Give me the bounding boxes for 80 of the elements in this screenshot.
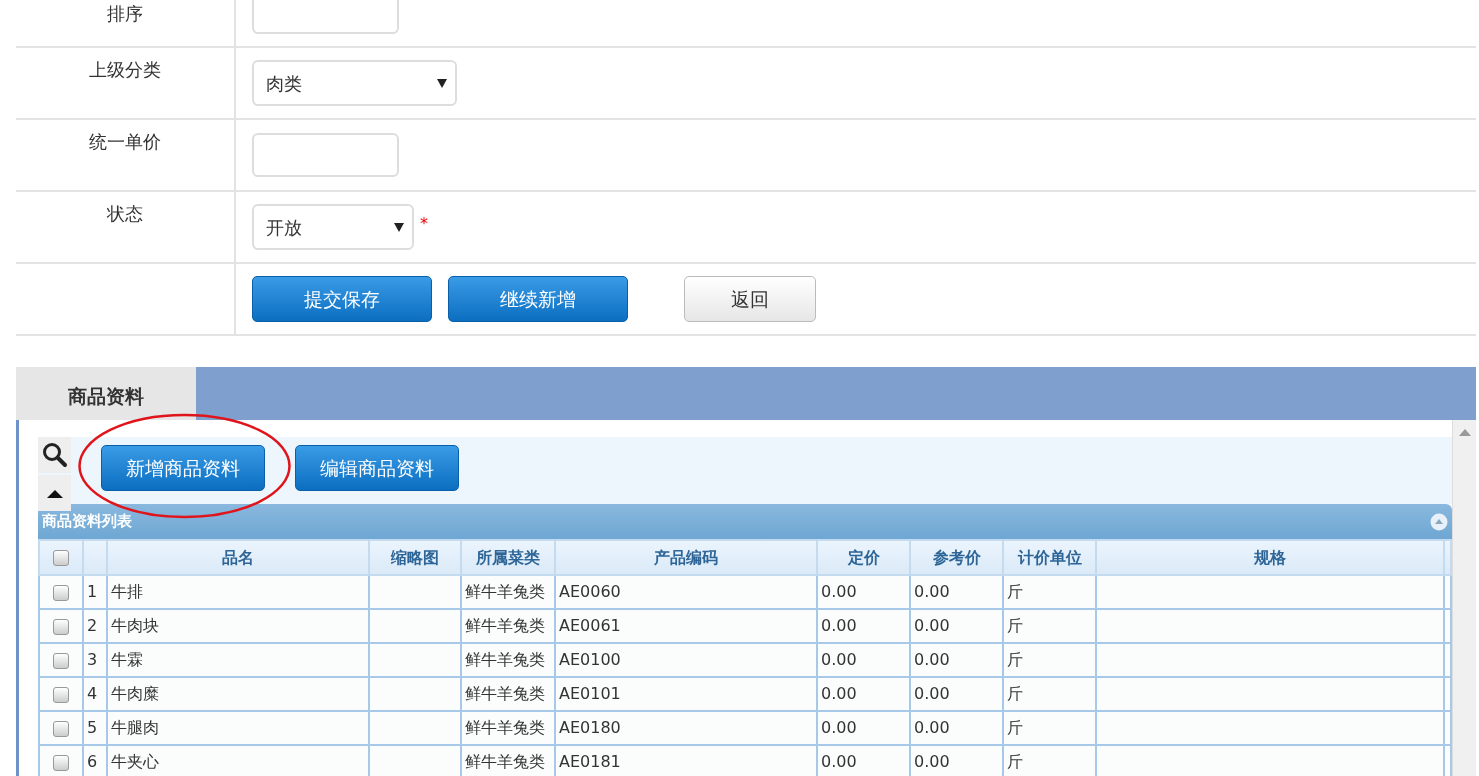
row-checkbox[interactable] (53, 720, 69, 737)
table-cell: 0.00 (914, 582, 950, 601)
row-checkbox[interactable] (53, 652, 69, 669)
column-header: 规格 (1254, 547, 1286, 567)
table-cell: 鲜牛羊兔类 (465, 616, 545, 635)
table-cell: 斤 (1007, 752, 1023, 771)
row-checkbox[interactable] (53, 754, 69, 771)
table-cell: 0.00 (821, 616, 857, 635)
field-label: 统一单价 (89, 130, 161, 154)
action-button[interactable]: 继续新增 (448, 276, 628, 322)
table-cell: 0.00 (821, 752, 857, 771)
back-button[interactable]: 返回 (684, 276, 816, 322)
table-cell: AE0060 (559, 582, 621, 601)
edit-button[interactable]: 编辑商品资料 (295, 445, 459, 491)
table-cell: 5 (87, 718, 98, 737)
select-field[interactable]: 肉类 (252, 60, 457, 106)
table-cell: 0.00 (821, 684, 857, 703)
table-cell: 0.00 (914, 718, 950, 737)
table-cell: 牛肉糜 (111, 684, 159, 703)
search-icon[interactable] (38, 437, 71, 473)
scrollbar[interactable] (1452, 420, 1476, 776)
field-label: 上级分类 (89, 58, 161, 82)
table-cell: 0.00 (914, 616, 950, 635)
table-cell: 0.00 (821, 718, 857, 737)
table-cell: 牛排 (111, 582, 143, 601)
row-checkbox[interactable] (53, 686, 69, 703)
table-cell: 0.00 (914, 752, 950, 771)
column-header: 缩略图 (391, 547, 439, 567)
table-cell: 0.00 (914, 650, 950, 669)
table-cell: 3 (87, 650, 98, 669)
table-cell: 1 (87, 582, 98, 601)
column-header: 所属菜类 (476, 547, 540, 567)
table-cell: AE0100 (559, 650, 621, 669)
field-label: 状态 (107, 202, 143, 226)
column-header: 定价 (847, 547, 880, 567)
panel-tab[interactable]: 商品资料 (16, 367, 196, 420)
table-cell: 鲜牛羊兔类 (465, 718, 545, 737)
table-cell: 0.00 (821, 582, 857, 601)
table-cell: 鲜牛羊兔类 (465, 650, 545, 669)
table-cell: 牛霖 (111, 650, 143, 669)
column-header: 参考价 (932, 547, 981, 567)
table-cell: 牛肉块 (111, 616, 159, 635)
caret-icon (437, 78, 447, 88)
caret-icon (394, 222, 404, 232)
table-cell: 斤 (1007, 616, 1023, 635)
collapse-up-icon[interactable] (38, 475, 71, 511)
table-cell: 鲜牛羊兔类 (465, 684, 545, 703)
select-all-checkbox[interactable] (53, 550, 69, 566)
table-cell: AE0181 (559, 752, 621, 771)
row-checkbox[interactable] (53, 584, 69, 601)
collapse-icon[interactable] (1430, 512, 1448, 531)
table-cell: AE0101 (559, 684, 621, 703)
action-button[interactable]: 提交保存 (252, 276, 432, 322)
field-label: 排序 (107, 2, 143, 26)
table-cell: 牛夹心 (111, 752, 159, 771)
table-cell: 斤 (1007, 684, 1023, 703)
column-header: 品名 (222, 547, 254, 567)
grid-title: 商品资料列表 (42, 511, 132, 533)
table-cell: AE0180 (559, 718, 621, 737)
table-cell: 4 (87, 684, 98, 703)
required-mark: * (420, 213, 428, 235)
column-header: 产品编码 (654, 547, 718, 567)
table-cell: 2 (87, 616, 98, 635)
input-field[interactable] (252, 133, 399, 177)
table-cell: 牛腿肉 (111, 718, 159, 737)
table-cell: 斤 (1007, 718, 1023, 737)
table-cell: 斤 (1007, 582, 1023, 601)
table-cell: 鲜牛羊兔类 (465, 582, 545, 601)
column-header: 计价单位 (1017, 547, 1082, 567)
table-cell: 斤 (1007, 650, 1023, 669)
select-field[interactable]: 开放 (252, 204, 414, 250)
row-checkbox[interactable] (53, 618, 69, 635)
input-field[interactable] (252, 0, 399, 34)
table-cell: 6 (87, 752, 98, 771)
scroll-up-icon[interactable] (1458, 428, 1471, 436)
table-cell: 0.00 (914, 684, 950, 703)
table-cell: 0.00 (821, 650, 857, 669)
add-button[interactable]: 新增商品资料 (101, 445, 265, 491)
table-cell: 鲜牛羊兔类 (465, 752, 545, 771)
table-cell: AE0061 (559, 616, 621, 635)
